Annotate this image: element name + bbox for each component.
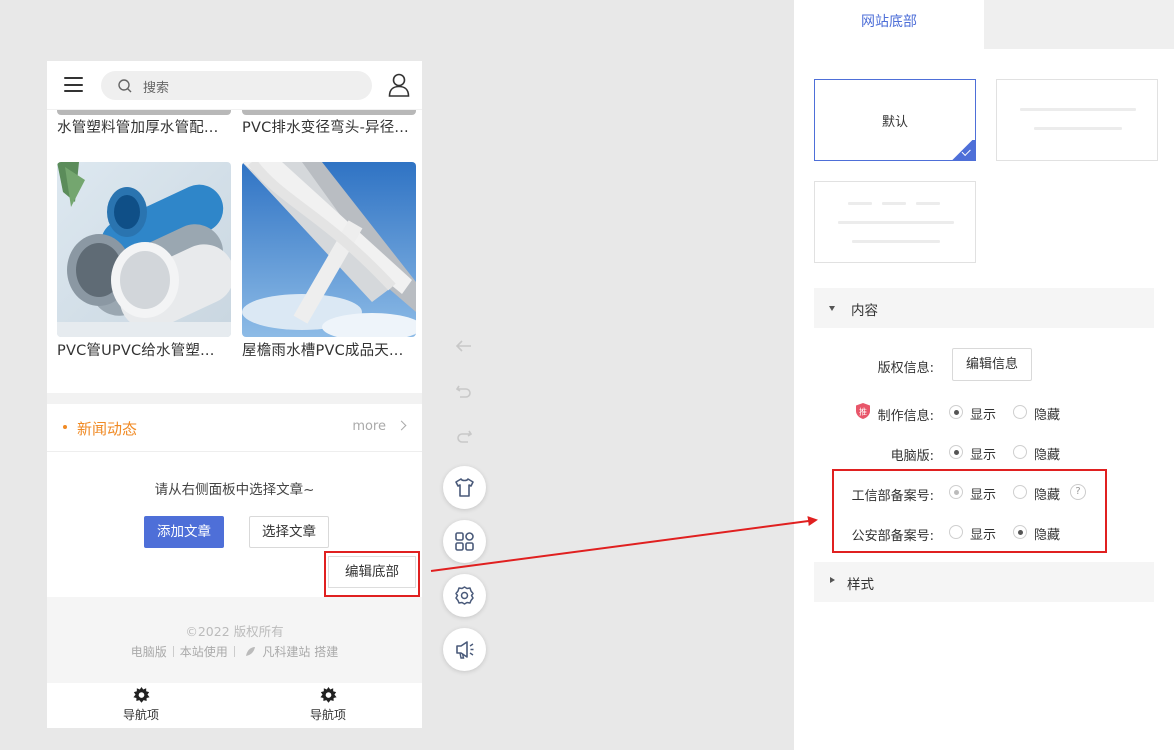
modules-button[interactable]	[443, 520, 486, 563]
arrow-left-icon[interactable]	[455, 339, 473, 353]
grid-icon	[455, 532, 474, 551]
footer-style-option-3[interactable]	[814, 181, 976, 263]
preview-line	[848, 202, 872, 205]
news-section-header: 新闻动态 more	[47, 404, 422, 452]
product-title[interactable]: 水管塑料管加厚水管配...	[57, 116, 235, 137]
panel-tabbar: 网站底部	[794, 0, 1174, 49]
section-title: 样式	[847, 577, 874, 593]
tab-label: 导航项	[309, 708, 346, 722]
shirt-icon	[455, 478, 474, 497]
preview-line	[852, 240, 940, 243]
radio-label: 显示	[970, 448, 997, 463]
gear-icon	[132, 687, 150, 703]
news-title: 新闻动态	[77, 420, 138, 438]
tab-nav-item-1[interactable]: 导航项	[91, 687, 191, 723]
add-article-button[interactable]: 添加文章	[144, 516, 224, 548]
menu-icon[interactable]	[64, 77, 83, 92]
product-image-partial	[242, 110, 416, 115]
product-title[interactable]: 屋檐雨水槽PVC成品天...	[242, 339, 420, 360]
footer-links: 电脑版 本站使用 凡科建站 搭建	[47, 643, 422, 660]
mobile-preview: 搜索 水管塑料管加厚水管配... PVC排水变径弯头-异径... PVC管UPV…	[47, 61, 422, 728]
producer-hide-radio[interactable]	[1013, 405, 1027, 419]
edit-info-button[interactable]: 编辑信息	[952, 348, 1032, 381]
preview-line	[838, 221, 954, 224]
producer-show-radio[interactable]	[949, 405, 963, 419]
preview-line	[882, 202, 906, 205]
pc-hide-radio[interactable]	[1013, 445, 1027, 459]
style-label: 默认	[881, 115, 908, 130]
section-title: 内容	[851, 303, 878, 319]
preview-line	[916, 202, 940, 205]
leaf-logo-icon	[245, 647, 255, 656]
user-icon[interactable]	[388, 73, 410, 97]
search-bar[interactable]: 搜索	[101, 71, 372, 100]
footer-style-default[interactable]: 默认	[814, 79, 976, 161]
chevron-right-icon[interactable]	[396, 420, 407, 431]
producer-label: 制作信息:	[877, 409, 934, 424]
pc-show-radio[interactable]	[949, 445, 963, 459]
theme-button[interactable]	[443, 466, 486, 509]
product-title[interactable]: PVC管UPVC给水管塑...	[57, 339, 235, 360]
bullet-icon	[63, 425, 67, 429]
settings-icon	[455, 586, 474, 605]
pc-version-label: 电脑版:	[890, 449, 934, 464]
copyright-label: 版权信息:	[877, 361, 934, 376]
radio-label: 隐藏	[1034, 408, 1061, 423]
gear-icon	[319, 687, 337, 703]
caret-right-icon	[830, 577, 835, 583]
mobile-header: 搜索	[47, 61, 422, 110]
product-image-partial	[57, 110, 231, 115]
tab-nav-item-2[interactable]: 导航项	[278, 687, 378, 723]
footer-link-builder[interactable]: 凡科建站 搭建	[259, 645, 338, 659]
preview-line	[1020, 108, 1136, 111]
radio-label: 隐藏	[1034, 448, 1061, 463]
settings-button[interactable]	[443, 574, 486, 617]
caret-down-icon	[829, 306, 835, 311]
search-placeholder: 搜索	[143, 81, 170, 96]
news-empty-hint: 请从右侧面板中选择文章~	[154, 482, 315, 498]
product-image-pvc-pipes[interactable]	[57, 162, 231, 337]
tab-label: 导航项	[122, 708, 159, 722]
product-image-rain-gutter[interactable]	[242, 162, 416, 337]
announcement-button[interactable]	[443, 628, 486, 671]
footer-link-usage[interactable]: 本站使用	[174, 645, 234, 659]
footer-style-option-2[interactable]	[996, 79, 1158, 161]
footer-copyright: ©2022 版权所有	[185, 624, 284, 639]
product-title[interactable]: PVC排水变径弯头-异径...	[242, 116, 420, 137]
search-icon	[118, 79, 132, 93]
highlight-box-record-numbers	[832, 469, 1107, 553]
style-section-header[interactable]: 样式	[814, 562, 1154, 602]
radio-label: 显示	[970, 408, 997, 423]
preview-line	[1034, 127, 1122, 130]
content-section-header[interactable]: 内容	[814, 288, 1154, 328]
settings-panel: 网站底部 默认 内容 版权信息: 编辑信息 推 制作信息: 显示 隐藏 电脑版:…	[794, 0, 1174, 750]
check-icon	[951, 140, 975, 160]
site-footer[interactable]: ©2022 版权所有 电脑版 本站使用 凡科建站 搭建	[47, 597, 422, 683]
product-grid: 水管塑料管加厚水管配... PVC排水变径弯头-异径... PVC管UPVC给水…	[47, 110, 422, 393]
undo-icon[interactable]	[455, 384, 473, 398]
section-divider	[47, 393, 422, 404]
news-more-link[interactable]: more	[352, 419, 386, 434]
megaphone-icon	[456, 641, 474, 659]
tab-website-footer[interactable]: 网站底部	[794, 0, 984, 49]
footer-link-pc[interactable]: 电脑版	[125, 645, 173, 659]
redo-icon[interactable]	[455, 429, 473, 443]
bottom-tabbar: 导航项 导航项	[47, 683, 422, 728]
highlight-box-edit-footer	[324, 551, 420, 597]
select-article-button[interactable]: 选择文章	[249, 516, 329, 548]
